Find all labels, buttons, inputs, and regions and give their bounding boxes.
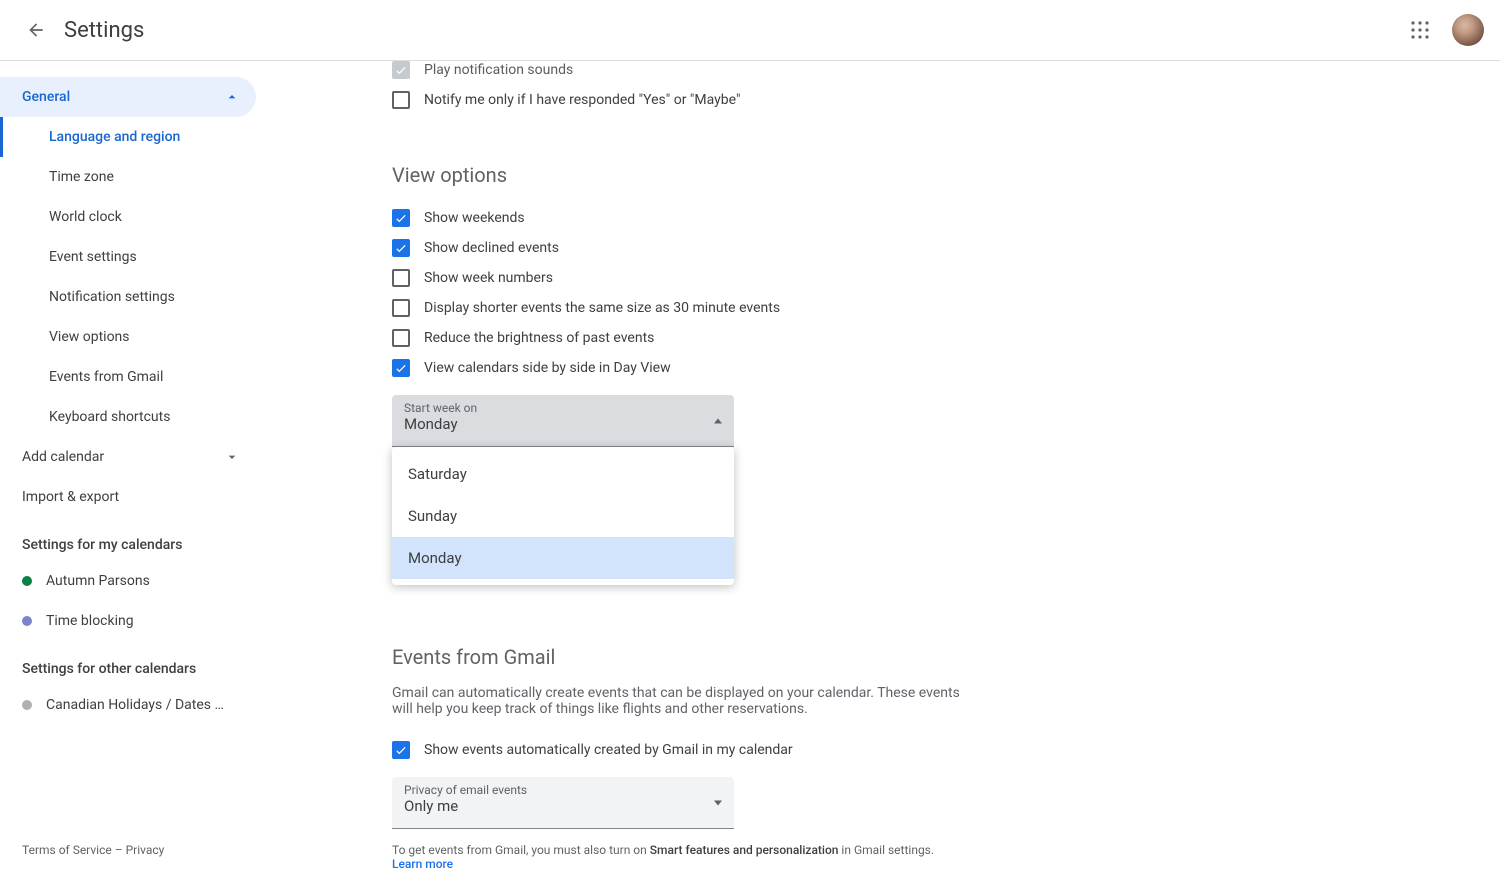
privacy-email-select-value: Only me bbox=[404, 797, 722, 815]
show-gmail-events-label: Show events automatically created by Gma… bbox=[424, 742, 793, 758]
header: Settings bbox=[0, 0, 1500, 61]
notify-yes-maybe-checkbox[interactable] bbox=[392, 91, 410, 109]
header-right bbox=[1400, 10, 1484, 50]
check-icon bbox=[394, 63, 408, 77]
check-icon bbox=[394, 241, 408, 255]
notify-yes-maybe-label: Notify me only if I have responded "Yes"… bbox=[424, 92, 740, 108]
shorter-events-label: Display shorter events the same size as … bbox=[424, 300, 780, 316]
play-sounds-label: Play notification sounds bbox=[424, 62, 573, 78]
nav-item-world-clock[interactable]: World clock bbox=[0, 197, 256, 237]
start-week-option-saturday[interactable]: Saturday bbox=[392, 453, 734, 495]
show-declined-checkbox[interactable] bbox=[392, 239, 410, 257]
learn-more-link[interactable]: Learn more bbox=[392, 857, 453, 869]
nav-add-calendar[interactable]: Add calendar bbox=[0, 437, 256, 477]
caret-up-icon bbox=[714, 418, 722, 423]
show-weekends-checkbox[interactable] bbox=[392, 209, 410, 227]
nav-item-notification-settings[interactable]: Notification settings bbox=[0, 277, 256, 317]
nav-group-general: General Language and region Time zone Wo… bbox=[0, 77, 256, 437]
events-from-gmail-title: Events from Gmail bbox=[392, 645, 1072, 669]
chevron-down-icon bbox=[224, 449, 240, 465]
back-button[interactable] bbox=[16, 10, 56, 50]
calendar-time-blocking[interactable]: Time blocking bbox=[0, 601, 256, 641]
nav-general-header[interactable]: General bbox=[0, 77, 256, 117]
calendar-color-dot bbox=[22, 700, 32, 710]
show-week-numbers-label: Show week numbers bbox=[424, 270, 553, 286]
chevron-up-icon bbox=[224, 89, 240, 105]
other-calendars-label: Settings for other calendars bbox=[0, 641, 256, 685]
start-week-select-label: Start week on bbox=[404, 401, 722, 415]
sidebar: General Language and region Time zone Wo… bbox=[0, 61, 256, 869]
check-icon bbox=[394, 743, 408, 757]
nav-item-keyboard-shortcuts[interactable]: Keyboard shortcuts bbox=[0, 397, 256, 437]
apps-grid-icon bbox=[1411, 21, 1429, 39]
start-week-dropdown: Saturday Sunday Monday bbox=[392, 447, 734, 585]
apps-button[interactable] bbox=[1400, 10, 1440, 50]
view-options-title: View options bbox=[392, 163, 1072, 187]
show-declined-label: Show declined events bbox=[424, 240, 559, 256]
nav-item-time-zone[interactable]: Time zone bbox=[0, 157, 256, 197]
start-week-select[interactable]: Start week on Monday bbox=[392, 395, 734, 447]
reduce-brightness-checkbox[interactable] bbox=[392, 329, 410, 347]
privacy-link[interactable]: Privacy bbox=[126, 843, 165, 857]
nav-item-events-from-gmail[interactable]: Events from Gmail bbox=[0, 357, 256, 397]
privacy-email-select[interactable]: Privacy of email events Only me bbox=[392, 777, 734, 829]
start-week-option-monday[interactable]: Monday bbox=[392, 537, 734, 579]
calendar-autumn-parsons[interactable]: Autumn Parsons bbox=[0, 561, 256, 601]
events-from-gmail-desc: Gmail can automatically create events th… bbox=[392, 685, 967, 717]
show-week-numbers-checkbox[interactable] bbox=[392, 269, 410, 287]
side-by-side-checkbox[interactable] bbox=[392, 359, 410, 377]
gmail-hint: To get events from Gmail, you must also … bbox=[392, 843, 1072, 869]
start-week-option-sunday[interactable]: Sunday bbox=[392, 495, 734, 537]
page-title: Settings bbox=[64, 18, 144, 43]
check-icon bbox=[394, 211, 408, 225]
nav-import-export[interactable]: Import & export bbox=[0, 477, 256, 517]
side-by-side-label: View calendars side by side in Day View bbox=[424, 360, 671, 376]
check-icon bbox=[394, 361, 408, 375]
main-content: Play notification sounds Notify me only … bbox=[256, 61, 1500, 869]
calendar-color-dot bbox=[22, 616, 32, 626]
start-week-select-value: Monday bbox=[404, 415, 722, 433]
privacy-email-select-label: Privacy of email events bbox=[404, 783, 722, 797]
account-avatar[interactable] bbox=[1452, 14, 1484, 46]
terms-link[interactable]: Terms of Service bbox=[22, 843, 112, 857]
calendar-canadian-holidays[interactable]: Canadian Holidays / Dates t… bbox=[0, 685, 256, 725]
footer-links: Terms of Service – Privacy bbox=[22, 843, 164, 857]
nav-item-language-region[interactable]: Language and region bbox=[0, 117, 256, 157]
calendar-color-dot bbox=[22, 576, 32, 586]
nav-item-view-options[interactable]: View options bbox=[0, 317, 256, 357]
shorter-events-checkbox[interactable] bbox=[392, 299, 410, 317]
arrow-left-icon bbox=[26, 20, 46, 40]
reduce-brightness-label: Reduce the brightness of past events bbox=[424, 330, 654, 346]
my-calendars-label: Settings for my calendars bbox=[0, 517, 256, 561]
nav-item-event-settings[interactable]: Event settings bbox=[0, 237, 256, 277]
nav-general-label: General bbox=[22, 89, 70, 105]
play-sounds-checkbox[interactable] bbox=[392, 61, 410, 79]
caret-down-icon bbox=[714, 800, 722, 805]
show-gmail-events-checkbox[interactable] bbox=[392, 741, 410, 759]
show-weekends-label: Show weekends bbox=[424, 210, 525, 226]
